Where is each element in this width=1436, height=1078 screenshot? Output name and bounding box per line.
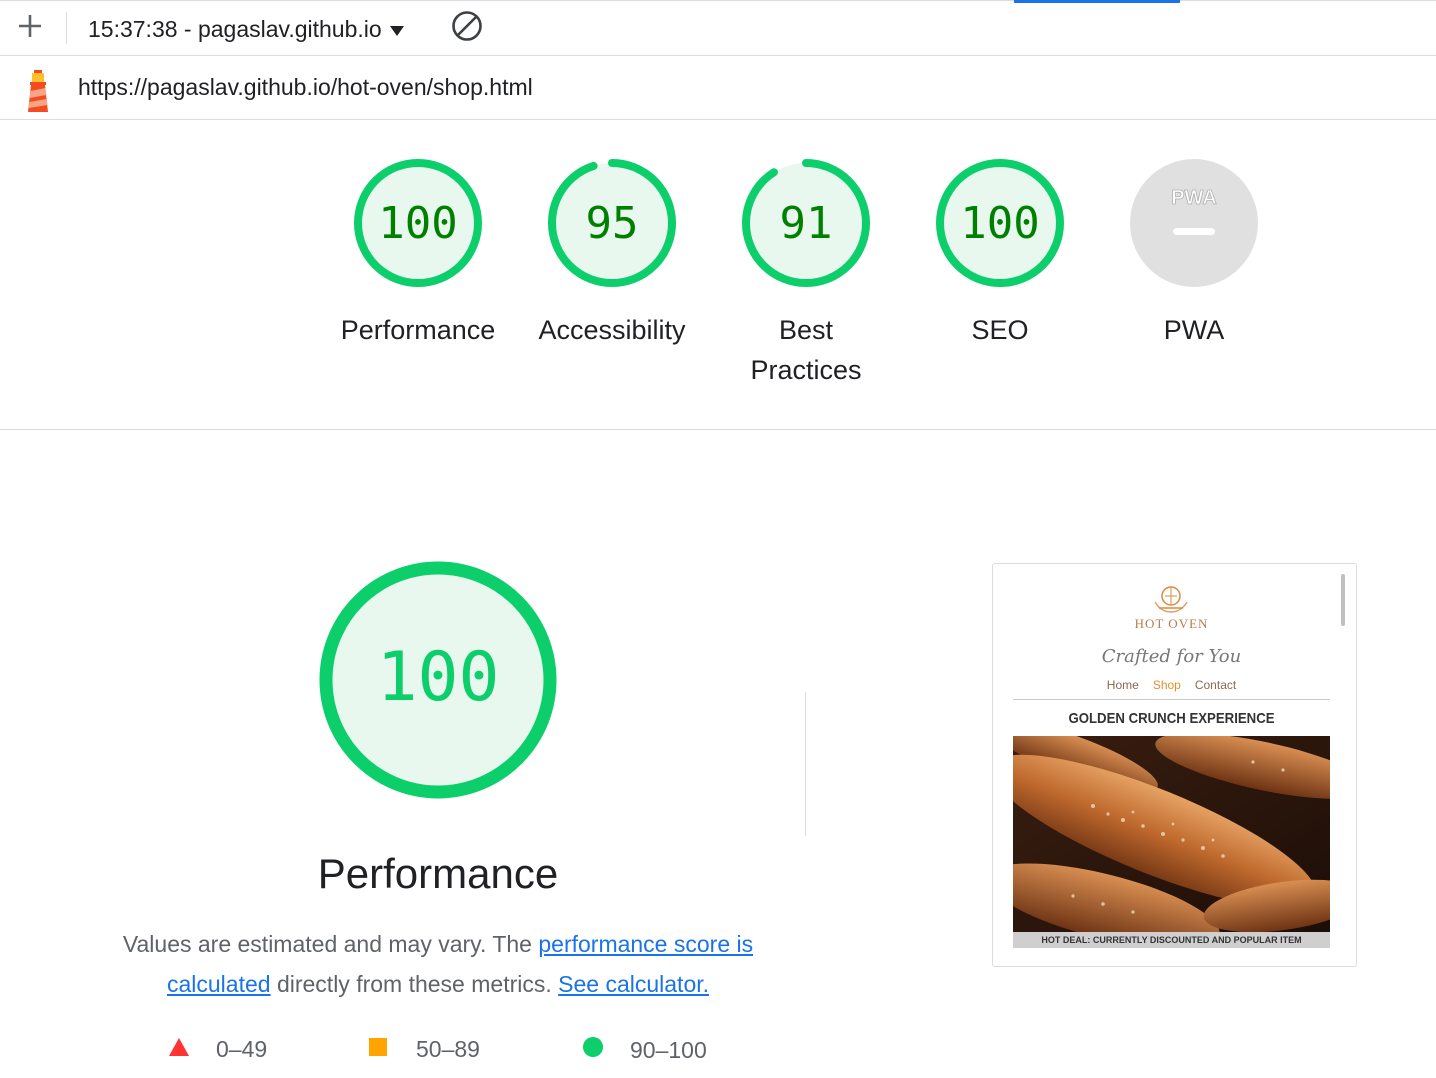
bakery-logo-icon (1154, 586, 1188, 613)
screenshot-scrollbar[interactable] (1341, 574, 1345, 626)
gauge-accessibility[interactable]: 95 Accessibility (522, 158, 702, 350)
screenshot-nav-divider (1013, 699, 1330, 700)
url-bar: https://pagaslav.github.io/hot-oven/shop… (0, 56, 1436, 120)
gauge-best-practices[interactable]: 91 Best Practices (716, 158, 896, 390)
final-screenshot[interactable]: HOT OVEN Crafted for You Home Shop Conta… (992, 563, 1357, 967)
toolbar-top-border (0, 0, 1436, 1)
gauge-pwa-badge: PWA (1130, 159, 1258, 287)
description-text-2: directly from these metrics. (270, 971, 559, 997)
clear-reports-button[interactable] (450, 10, 484, 47)
lighthouse-icon (20, 64, 56, 112)
performance-big-gauge: 100 (316, 558, 560, 802)
gauge-accessibility-label: Accessibility (538, 315, 686, 345)
gauge-seo-score: 100 (960, 198, 1039, 249)
screenshot-nav: Home Shop Contact (1013, 678, 1330, 692)
nav-home: Home (1106, 678, 1139, 692)
brand-tagline: Crafted for You (1101, 646, 1242, 667)
brand-name: HOT OVEN (1134, 616, 1209, 631)
gauge-seo[interactable]: 100 SEO (910, 158, 1090, 350)
gauge-performance-score: 100 (378, 198, 457, 249)
legend-pass-label: 90–100 (630, 1036, 707, 1063)
caret-down-icon (389, 16, 404, 43)
gauge-best-practices-label-line2: Practices (750, 355, 862, 385)
triangle-icon (168, 1036, 190, 1063)
legend-fail: 0–49 (168, 1036, 267, 1063)
gauge-best-practices-label-line1: Best (778, 315, 833, 345)
gauge-best-practices-score: 91 (780, 198, 833, 249)
legend-pass: 90–100 (582, 1036, 707, 1064)
gauge-performance-ring: 100 (354, 159, 482, 287)
gauge-performance-label: Performance (340, 315, 496, 345)
pwa-dash-icon (1173, 228, 1215, 235)
block-icon (451, 10, 483, 47)
new-report-button[interactable] (14, 12, 46, 44)
plus-icon (17, 13, 43, 44)
gauge-performance[interactable]: 100 Performance (328, 158, 508, 350)
nav-shop: Shop (1152, 678, 1181, 692)
legend-average-label: 50–89 (416, 1036, 480, 1062)
gauge-seo-label: SEO (971, 315, 1029, 345)
legend-fail-label: 0–49 (216, 1036, 268, 1062)
legend-average: 50–89 (368, 1036, 480, 1063)
pwa-badge-text: PWA (1171, 187, 1217, 209)
gauge-accessibility-ring: 95 (548, 159, 676, 287)
category-gauges: 100 Performance 95 Accessibility 91 Best… (0, 120, 1436, 430)
report-selector[interactable]: 15:37:38 - pagaslav.github.io (88, 14, 404, 44)
audited-url-link[interactable]: https://pagaslav.github.io/hot-oven/shop… (78, 74, 533, 101)
square-icon (368, 1036, 388, 1063)
circle-icon (582, 1036, 604, 1064)
score-legend: 0–49 50–89 90–100 (0, 1036, 900, 1076)
gauge-pwa-label: PWA (1163, 315, 1225, 345)
gauge-accessibility-score: 95 (586, 198, 639, 249)
description-text-1: Values are estimated and may vary. The (122, 931, 539, 957)
performance-title: Performance (317, 850, 559, 897)
performance-big-score: 100 (377, 638, 500, 717)
screenshot-caption: HOT DEAL: CURRENTLY DISCOUNTED AND POPUL… (1013, 932, 1330, 948)
screenshot-heading: GOLDEN CRUNCH EXPERIENCE (1068, 710, 1275, 727)
report-selector-label: 15:37:38 - pagaslav.github.io (88, 15, 382, 42)
report-toolbar: 15:37:38 - pagaslav.github.io (0, 0, 1436, 56)
gauge-pwa[interactable]: PWA PWA (1104, 158, 1284, 350)
section-divider (805, 692, 806, 836)
active-tab-indicator (1014, 0, 1180, 3)
gauge-seo-ring: 100 (936, 159, 1064, 287)
gauge-best-practices-label: Best Practices (750, 310, 861, 390)
performance-description: Values are estimated and may vary. The p… (108, 924, 768, 1004)
toolbar-divider (66, 12, 67, 44)
brand-logo: HOT OVEN (1013, 582, 1330, 632)
nav-contact: Contact (1194, 678, 1237, 692)
see-calculator-link[interactable]: See calculator. (558, 971, 709, 997)
gauge-best-practices-ring: 91 (742, 159, 870, 287)
screenshot-page: HOT OVEN Crafted for You Home Shop Conta… (1013, 574, 1330, 954)
bread-photo (1013, 736, 1330, 932)
